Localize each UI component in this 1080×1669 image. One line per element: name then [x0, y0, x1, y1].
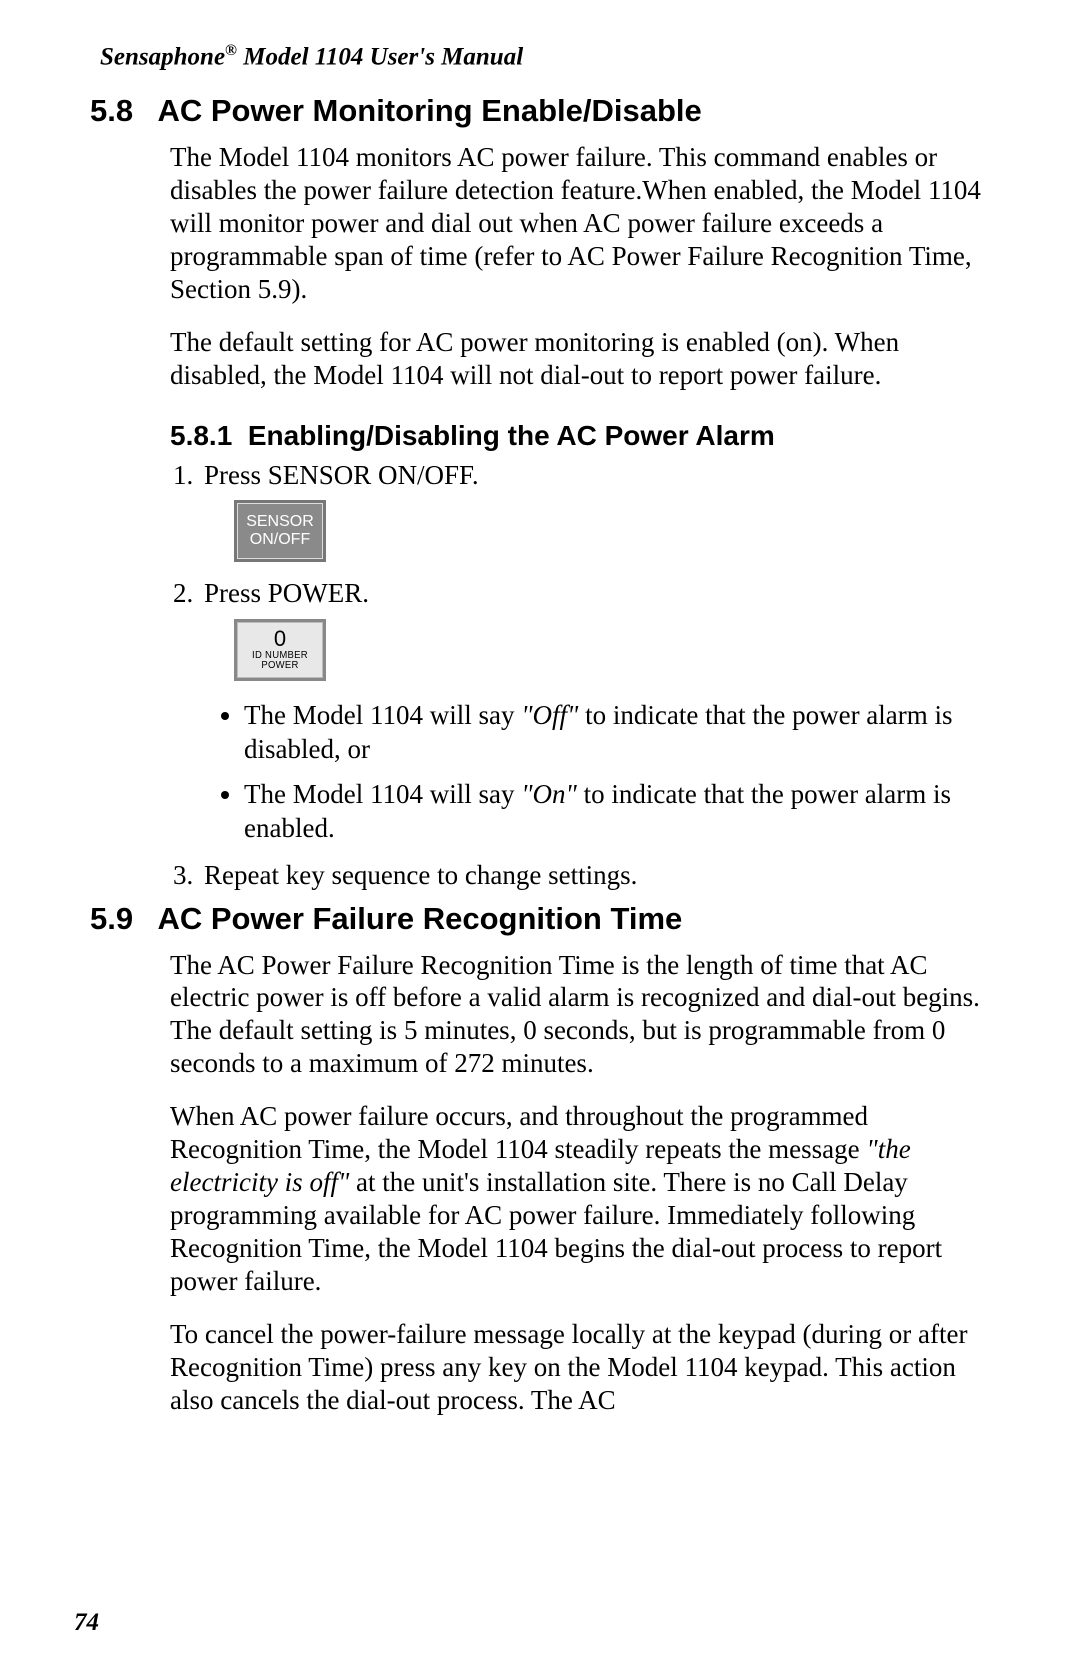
key-label-big: 0 — [237, 628, 323, 650]
paragraph: When AC power failure occurs, and throug… — [170, 1100, 990, 1298]
steps-list: Press SENSOR ON/OFF. SENSOR ON/OFF Press… — [170, 458, 990, 893]
bullet-item: The Model 1104 will say "On" to indicate… — [244, 778, 990, 846]
bullet-quote: "Off" — [521, 700, 578, 730]
paragraph: To cancel the power-failure message loca… — [170, 1318, 990, 1417]
subsection-number: 5.8.1 — [170, 420, 232, 451]
header-reg: ® — [225, 42, 237, 59]
step-2: Press POWER. 0 ID NUMBER POWER The Model… — [200, 576, 990, 846]
bullet-text: The Model 1104 will say — [244, 779, 521, 809]
step-text: Press POWER. — [204, 578, 369, 608]
power-key-icon: 0 ID NUMBER POWER — [234, 619, 326, 681]
paragraph: The AC Power Failure Recognition Time is… — [170, 949, 990, 1081]
paragraph: The default setting for AC power monitor… — [170, 326, 990, 392]
key-label-line: SENSOR — [237, 513, 323, 531]
key-label-line: ON/OFF — [237, 531, 323, 549]
bullet-text: The Model 1104 will say — [244, 700, 521, 730]
bullet-list: The Model 1104 will say "Off" to indicat… — [204, 699, 990, 846]
paragraph-part: When AC power failure occurs, and throug… — [170, 1101, 868, 1164]
bullet-item: The Model 1104 will say "Off" to indicat… — [244, 699, 990, 767]
running-header: Sensaphone® Model 1104 User's Manual — [100, 42, 990, 71]
section-number: 5.9 — [90, 901, 150, 937]
header-brand: Sensaphone — [100, 43, 225, 70]
step-3: Repeat key sequence to change settings. — [200, 858, 990, 893]
key-label-line: POWER — [239, 661, 321, 672]
sensor-onoff-key-icon: SENSOR ON/OFF — [234, 500, 326, 562]
step-1: Press SENSOR ON/OFF. SENSOR ON/OFF — [200, 458, 990, 563]
section-number: 5.8 — [90, 93, 150, 129]
paragraph: The Model 1104 monitors AC power failure… — [170, 141, 990, 306]
section-5-8-heading: 5.8 AC Power Monitoring Enable/Disable — [90, 93, 990, 129]
page-number: 74 — [74, 1609, 99, 1637]
step-text: Repeat key sequence to change settings. — [204, 860, 637, 890]
step-text: Press SENSOR ON/OFF. — [204, 460, 479, 490]
section-5-9-heading: 5.9 AC Power Failure Recognition Time — [90, 901, 990, 937]
section-title: AC Power Failure Recognition Time — [157, 901, 682, 936]
section-title: AC Power Monitoring Enable/Disable — [157, 93, 701, 128]
section-5-8-1-heading: 5.8.1 Enabling/Disabling the AC Power Al… — [170, 420, 990, 452]
bullet-quote: "On" — [521, 779, 577, 809]
subsection-title: Enabling/Disabling the AC Power Alarm — [248, 420, 775, 451]
header-rest: Model 1104 User's Manual — [237, 43, 523, 70]
